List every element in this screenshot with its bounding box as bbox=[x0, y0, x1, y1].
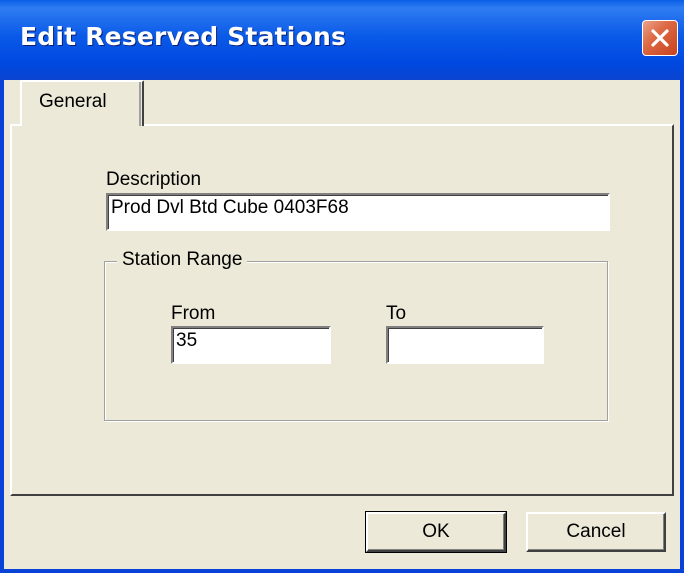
description-label: Description bbox=[106, 169, 202, 190]
tab-general-label: General bbox=[39, 91, 107, 112]
description-input[interactable]: Prod Dvl Btd Cube 0403F68 bbox=[106, 193, 610, 231]
to-label: To bbox=[386, 303, 407, 324]
close-button[interactable] bbox=[642, 20, 678, 56]
window-title: Edit Reserved Stations bbox=[20, 22, 347, 51]
from-value: 35 bbox=[176, 330, 198, 351]
dialog-window: Edit Reserved Stations General Descripti… bbox=[0, 0, 684, 573]
from-label: From bbox=[171, 303, 216, 324]
ok-button[interactable]: OK bbox=[365, 511, 507, 553]
description-value: Prod Dvl Btd Cube 0403F68 bbox=[111, 197, 349, 218]
station-range-legend: Station Range bbox=[117, 249, 248, 271]
title-bar[interactable]: Edit Reserved Stations bbox=[0, 0, 684, 80]
from-input[interactable]: 35 bbox=[171, 326, 331, 364]
tab-general[interactable]: General bbox=[20, 80, 144, 126]
station-range-group: Station Range From 35 To bbox=[104, 249, 608, 421]
dialog-client-area: General Description Prod Dvl Btd Cube 04… bbox=[4, 80, 680, 569]
cancel-button[interactable]: Cancel bbox=[526, 512, 666, 552]
tab-panel-general: Description Prod Dvl Btd Cube 0403F68 St… bbox=[10, 124, 674, 496]
close-icon bbox=[649, 27, 671, 49]
to-input[interactable] bbox=[386, 326, 544, 364]
